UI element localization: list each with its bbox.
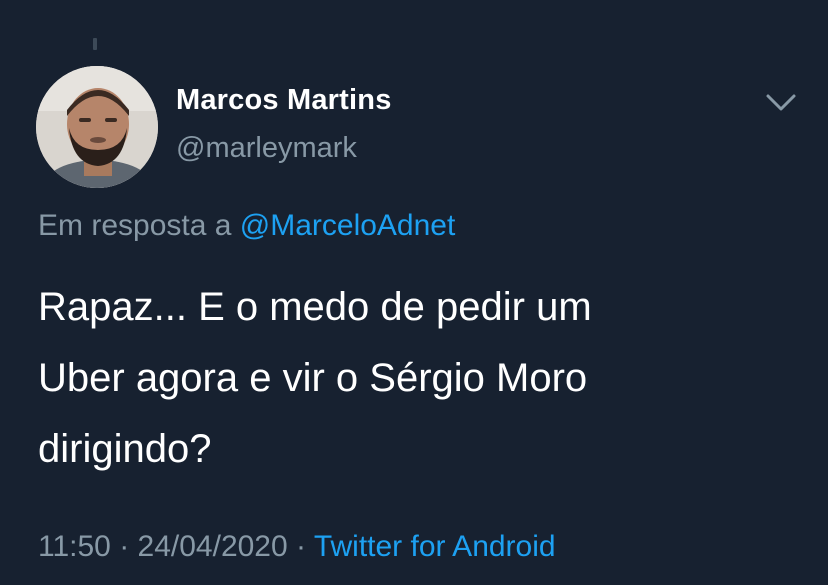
reply-prefix: Em resposta a (38, 209, 240, 242)
thread-line (93, 38, 97, 50)
meta-separator: · (110, 530, 138, 563)
tweet-text-line: Uber agora e vir o Sérgio Moro (38, 356, 588, 400)
author-handle[interactable]: @marleymark (176, 132, 357, 165)
avatar[interactable] (36, 66, 158, 188)
author-name[interactable]: Marcos Martins (176, 84, 392, 117)
reply-context: Em resposta a @MarceloAdnet (38, 209, 455, 243)
tweet-text-line: dirigindo? (38, 427, 212, 471)
meta-separator: · (287, 530, 314, 563)
avatar-image (36, 66, 158, 188)
tweet-meta: 11:50 · 24/04/2020 · Twitter for Android (38, 530, 556, 564)
tweet-card: Marcos Martins @marleymark Em resposta a… (0, 0, 828, 585)
tweet-text-line: Rapaz... E o medo de pedir um (38, 285, 592, 329)
tweet-source-link[interactable]: Twitter for Android (314, 530, 556, 563)
tweet-time[interactable]: 11:50 (38, 530, 111, 563)
chevron-down-icon[interactable] (764, 92, 798, 114)
tweet-date[interactable]: 24/04/2020 (138, 530, 288, 563)
reply-mention-link[interactable]: @MarceloAdnet (240, 209, 456, 242)
tweet-text: Rapaz... E o medo de pedir um Uber agora… (38, 272, 798, 485)
